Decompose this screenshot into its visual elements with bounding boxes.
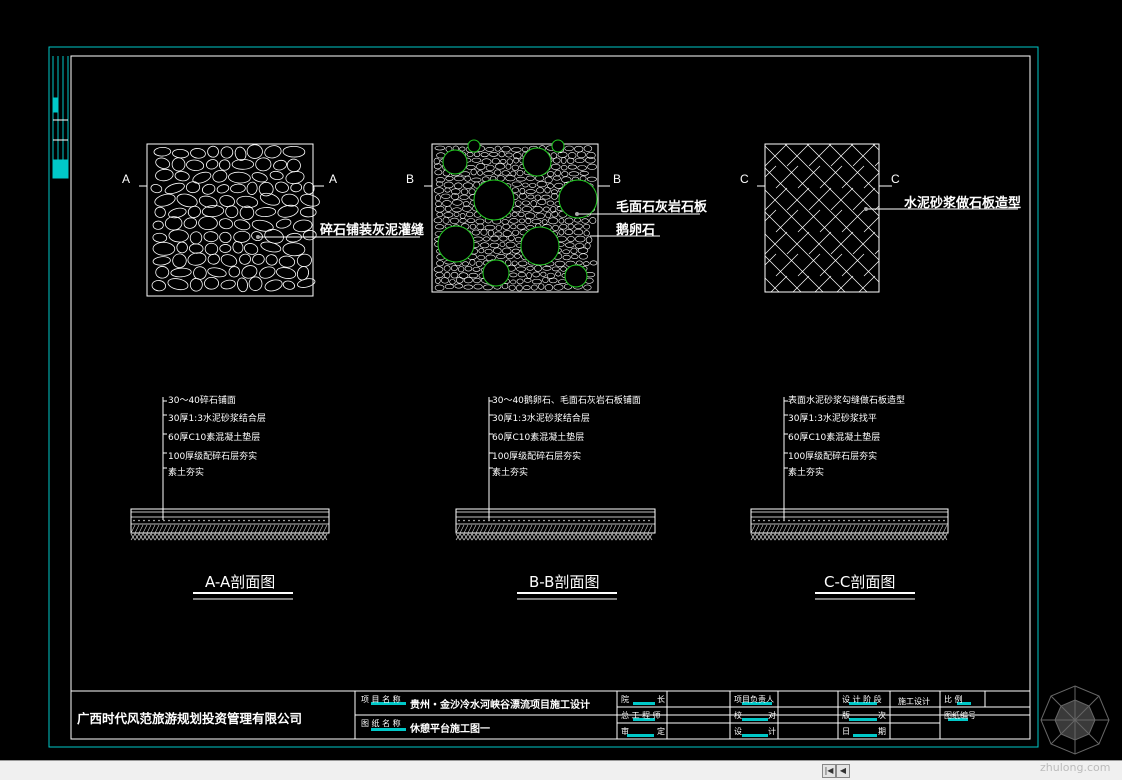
section-b-drawing xyxy=(455,397,656,600)
section-details xyxy=(130,397,949,600)
tb-design-stage: 设 计 阶 段 xyxy=(842,695,882,704)
section-a-layer-5: 素土夯实 xyxy=(168,468,205,478)
plan-c-cut-label-left: C xyxy=(740,172,749,186)
section-b-layer-1: 30～40鹅卵石、毛面石灰岩石板铺面 xyxy=(492,396,641,406)
section-b-title: B-B剖面图 xyxy=(529,573,600,591)
section-b-layer-2: 30厚1:3水泥砂浆结合层 xyxy=(492,414,590,424)
status-bar: |◀ ◀ xyxy=(0,760,1122,780)
section-b-layer-3: 60厚C10素混凝土垫层 xyxy=(492,433,585,443)
watermark-logo xyxy=(1040,685,1110,755)
tb-project-lead: 项目负责人 xyxy=(734,695,774,704)
tb-approve-1: 审 xyxy=(621,727,629,736)
plan-a-cut-label-left: A xyxy=(122,172,131,186)
drawing-name-label: 图 纸 名 称 xyxy=(361,719,401,728)
tb-check-1: 校 xyxy=(734,711,742,720)
nav-first-icon[interactable]: |◀ xyxy=(822,764,836,778)
section-b-layer-5: 素土夯实 xyxy=(492,468,529,478)
tb-revision-2: 次 xyxy=(878,711,886,720)
cad-drawing-canvas xyxy=(48,46,1110,755)
tb-approve-2: 定 xyxy=(657,727,665,736)
tb-construction-design: 施工设计 xyxy=(898,697,930,706)
section-c-layer-2: 30厚1:3水泥砂浆找平 xyxy=(788,414,877,424)
plan-a-material-label: 碎石铺装灰泥灌缝 xyxy=(320,223,425,238)
binding-strip xyxy=(52,56,69,179)
section-c-title: C-C剖面图 xyxy=(824,573,896,591)
section-c-layer-5: 素土夯实 xyxy=(788,468,825,478)
tb-date-1: 日 xyxy=(842,727,850,736)
tb-design-2: 计 xyxy=(768,727,776,736)
plan-b-material-label-1: 毛面石灰岩石板 xyxy=(616,200,708,215)
section-c-drawing xyxy=(750,397,949,600)
tb-scale: 比 例 xyxy=(944,695,963,704)
section-c-layer-1: 表面水泥砂浆勾缝做石板造型 xyxy=(788,396,906,406)
watermark-text: zhulong.com xyxy=(1040,761,1111,774)
nav-prev-icon[interactable]: ◀ xyxy=(836,764,850,778)
company-name: 广西时代风范旅游规划投资管理有限公司 xyxy=(77,711,303,726)
section-a-title: A-A剖面图 xyxy=(205,573,276,591)
plan-b-cut-label-left: B xyxy=(406,172,415,186)
section-c-layer-3: 60厚C10素混凝土垫层 xyxy=(788,433,881,443)
tb-date-2: 期 xyxy=(878,727,886,736)
tb-drawing-number: 图纸编号 xyxy=(944,711,976,720)
tb-check-2: 对 xyxy=(768,711,776,720)
section-b-layer-4: 100厚级配碎石层夯实 xyxy=(492,452,582,462)
project-name-label: 项 目 名 称 xyxy=(361,695,401,704)
plan-b-cut-label-right: B xyxy=(613,172,622,186)
section-a-drawing xyxy=(130,397,330,600)
plan-b-material-label-2: 鹅卵石 xyxy=(616,223,656,238)
plan-b xyxy=(424,139,700,293)
section-a-layer-3: 60厚C10素混凝土垫层 xyxy=(168,433,261,443)
tb-chief-engineer: 总 工 程 师 xyxy=(621,711,661,720)
section-a-layer-4: 100厚级配碎石层夯实 xyxy=(168,452,258,462)
tb-revision-1: 版 xyxy=(842,711,850,720)
project-name: 贵州・金沙冷水河峡谷漂流项目施工设计 xyxy=(410,700,590,711)
plan-c-material-label: 水泥砂浆做石板造型 xyxy=(904,196,1022,211)
tb-design-1: 设 xyxy=(734,727,742,736)
drawing-name: 休憩平台施工图一 xyxy=(410,724,490,735)
section-c-layer-4: 100厚级配碎石层夯实 xyxy=(788,452,878,462)
tb-dean-2: 长 xyxy=(657,695,665,704)
tb-dean-1: 院 xyxy=(621,695,629,704)
plan-c-cut-label-right: C xyxy=(891,172,900,186)
section-a-layer-1: 30～40碎石铺面 xyxy=(168,396,236,406)
section-a-layer-2: 30厚1:3水泥砂浆结合层 xyxy=(168,414,266,424)
plan-a-cut-label-right: A xyxy=(329,172,338,186)
plan-a-stone-pattern xyxy=(150,144,320,293)
